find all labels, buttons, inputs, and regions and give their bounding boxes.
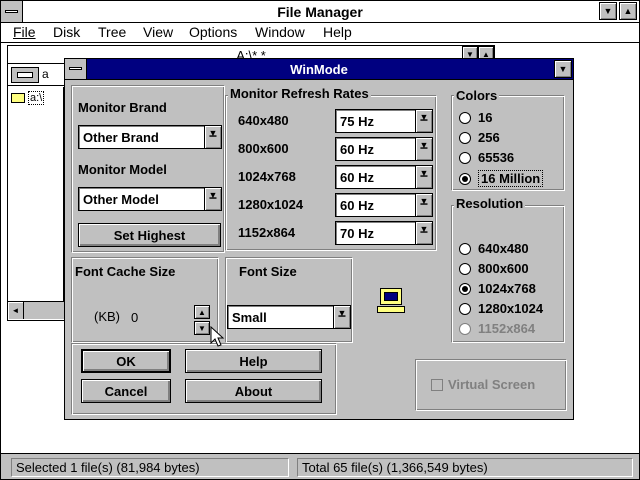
- arrow-up-icon: ▲: [198, 307, 206, 317]
- radio-button-icon: [459, 302, 471, 315]
- resolution-radio[interactable]: 1024x768: [459, 281, 536, 296]
- dropdown-arrow-icon[interactable]: ▼ ▔: [415, 222, 432, 244]
- font-cache-label: Font Cache Size: [75, 264, 176, 279]
- color-radio[interactable]: 256: [459, 130, 500, 145]
- checkbox-icon: [431, 378, 443, 391]
- radio-button-icon: [459, 172, 471, 185]
- menu-disk[interactable]: Disk: [53, 24, 80, 40]
- tree-root-item[interactable]: a:\: [11, 91, 45, 105]
- font-size-select[interactable]: Small ▼ ▔: [227, 305, 351, 329]
- menu-options[interactable]: Options: [189, 24, 237, 40]
- radio-button-icon: [459, 282, 471, 295]
- radio-button-icon: [459, 111, 471, 124]
- radio-button-icon: [459, 322, 471, 335]
- ok-button[interactable]: OK: [81, 349, 171, 373]
- refresh-res-label: 800x600: [238, 141, 289, 156]
- monitor-model-label: Monitor Model: [78, 162, 167, 177]
- drive-a-button[interactable]: [11, 67, 39, 83]
- refresh-rate-select[interactable]: 60 Hz ▼ ▔: [335, 193, 433, 217]
- menu-tree[interactable]: Tree: [98, 24, 126, 40]
- refresh-group-label: Monitor Refresh Rates: [228, 86, 371, 101]
- dropdown-arrow-icon[interactable]: ▼ ▔: [415, 194, 432, 216]
- cancel-button[interactable]: Cancel: [81, 379, 171, 403]
- virtual-screen-checkbox[interactable]: Virtual Screen: [431, 377, 535, 392]
- refresh-res-label: 1280x1024: [238, 197, 304, 212]
- about-button[interactable]: About: [185, 379, 322, 403]
- status-selected: Selected 1 file(s) (81,984 bytes): [11, 458, 289, 477]
- radio-button-icon: [459, 151, 471, 164]
- color-radio[interactable]: 65536: [459, 150, 514, 165]
- dropdown-arrow-icon[interactable]: ▼ ▔: [415, 110, 432, 132]
- app-title: File Manager: [277, 4, 363, 20]
- file-manager-titlebar[interactable]: File Manager ▼ ▲: [1, 1, 639, 23]
- font-size-label: Font Size: [239, 264, 297, 279]
- refresh-rate-select[interactable]: 75 Hz ▼ ▔: [335, 109, 433, 133]
- font-cache-spin-up[interactable]: ▲: [194, 305, 210, 319]
- resolution-radio[interactable]: 1280x1024: [459, 301, 543, 316]
- radio-button-icon: [459, 242, 471, 255]
- menu-help[interactable]: Help: [323, 24, 352, 40]
- computer-monitor-icon: [377, 288, 407, 316]
- dropdown-arrow-icon[interactable]: ▼ ▔: [415, 166, 432, 188]
- mouse-cursor-icon: [210, 325, 226, 348]
- menu-view[interactable]: View: [143, 24, 173, 40]
- resolution-group-label: Resolution: [454, 196, 526, 211]
- color-radio[interactable]: 16: [459, 110, 492, 125]
- colors-group-label: Colors: [454, 88, 500, 103]
- arrow-down-icon: ▼: [198, 323, 206, 333]
- refresh-rate-select[interactable]: 60 Hz ▼ ▔: [335, 137, 433, 161]
- floppy-drive-icon: [17, 72, 33, 78]
- help-button[interactable]: Help: [185, 349, 322, 373]
- dropdown-arrow-icon[interactable]: ▼ ▔: [204, 188, 221, 210]
- refresh-rate-select[interactable]: 60 Hz ▼ ▔: [335, 165, 433, 189]
- tree-pane[interactable]: a:\: [8, 87, 64, 301]
- menu-bar: File Disk Tree View Options Window Help: [1, 23, 639, 43]
- winmode-titlebar[interactable]: WinMode ▼: [65, 59, 573, 80]
- horizontal-scrollbar[interactable]: ◄: [8, 301, 68, 319]
- dropdown-arrow-icon[interactable]: ▼ ▔: [415, 138, 432, 160]
- minimize-button[interactable]: ▼: [599, 2, 617, 20]
- winmode-dialog: WinMode ▼ Monitor Brand Other Brand ▼ ▔ M…: [64, 58, 574, 420]
- radio-button-icon: [459, 262, 471, 275]
- maximize-button[interactable]: ▲: [619, 2, 637, 20]
- menu-window[interactable]: Window: [255, 24, 305, 40]
- drive-label[interactable]: a: [42, 67, 49, 81]
- monitor-model-select[interactable]: Other Model ▼ ▔: [78, 187, 222, 211]
- font-cache-spin-down[interactable]: ▼: [194, 321, 210, 335]
- refresh-rate-select[interactable]: 70 Hz ▼ ▔: [335, 221, 433, 245]
- winmode-minimize[interactable]: ▼: [554, 60, 572, 78]
- status-bar: Selected 1 file(s) (81,984 bytes) Total …: [1, 453, 639, 479]
- refresh-res-label: 640x480: [238, 113, 289, 128]
- font-cache-unit: (KB): [94, 309, 120, 324]
- resolution-radio[interactable]: 640x480: [459, 241, 529, 256]
- font-cache-value: 0: [131, 310, 139, 325]
- set-highest-button[interactable]: Set Highest: [78, 223, 221, 247]
- winmode-title: WinMode: [290, 62, 348, 77]
- dropdown-arrow-icon[interactable]: ▼ ▔: [333, 306, 350, 328]
- refresh-res-label: 1024x768: [238, 169, 296, 184]
- monitor-brand-label: Monitor Brand: [78, 100, 167, 115]
- menu-file[interactable]: File: [13, 24, 36, 40]
- resolution-radio: 1152x864: [459, 321, 535, 336]
- refresh-res-label: 1152x864: [238, 225, 296, 240]
- folder-open-icon: [11, 93, 25, 103]
- color-radio[interactable]: 16 Million: [459, 170, 544, 187]
- radio-button-icon: [459, 131, 471, 144]
- status-total: Total 65 file(s) (1,366,549 bytes): [297, 458, 633, 477]
- scroll-left-arrow-icon[interactable]: ◄: [8, 302, 24, 319]
- resolution-radio[interactable]: 800x600: [459, 261, 529, 276]
- dropdown-arrow-icon[interactable]: ▼ ▔: [204, 126, 221, 148]
- monitor-brand-select[interactable]: Other Brand ▼ ▔: [78, 125, 222, 149]
